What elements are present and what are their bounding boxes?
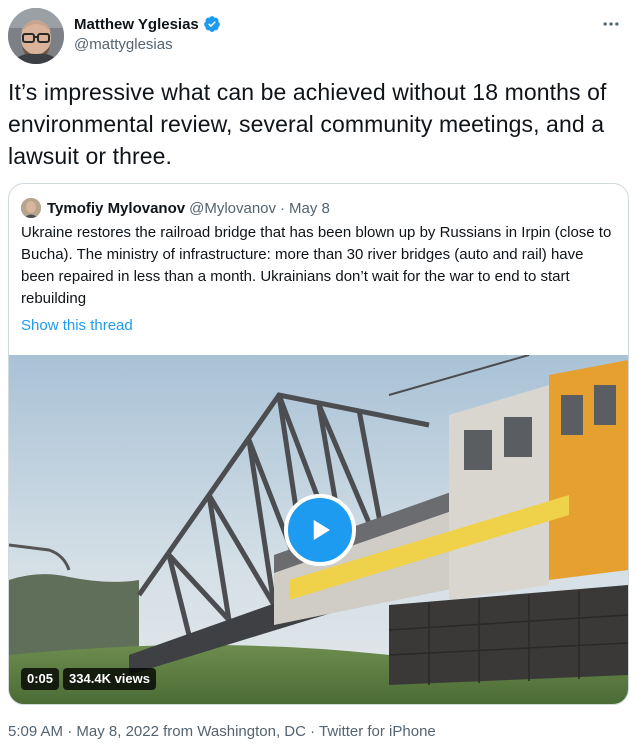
tweet-header: Matthew Yglesias @mattyglesias [8,8,629,64]
quoted-tweet-header: Tymofiy Mylovanov @Mylovanov · May 8 [21,198,330,218]
video-duration: 0:05 [21,668,60,690]
video-views: 334.4K views [63,668,156,690]
quoted-author-name[interactable]: Tymofiy Mylovanov [47,200,185,217]
verified-badge-icon [203,15,221,33]
meta-separator: · [310,723,316,740]
tweet-date[interactable]: May 8, 2022 [76,723,159,740]
quoted-author-avatar[interactable] [21,198,41,218]
tweet-metadata: 5:09 AM · May 8, 2022 from Washington, D… [8,723,436,740]
video-badges: 0:05 334.4K views [21,668,156,690]
more-options-icon[interactable] [599,12,623,36]
tweet-location: from Washington, DC [163,723,306,740]
tweet-text: It’s impressive what can be achieved wit… [8,79,607,169]
author-avatar[interactable] [8,8,64,64]
quoted-tweet[interactable]: Tymofiy Mylovanov @Mylovanov · May 8 Ukr… [8,183,629,705]
author-display-name[interactable]: Matthew Yglesias [74,16,199,33]
play-icon [313,520,330,540]
tweet-time[interactable]: 5:09 AM [8,723,63,740]
quoted-date[interactable]: May 8 [289,200,330,217]
tweet-client[interactable]: Twitter for iPhone [319,723,436,740]
play-button[interactable] [284,494,356,566]
quoted-author-handle[interactable]: @Mylovanov [189,200,276,217]
show-thread-link[interactable]: Show this thread [21,317,133,334]
author-info: Matthew Yglesias @mattyglesias [74,14,221,53]
avatar-photo [8,8,64,64]
author-handle[interactable]: @mattyglesias [74,36,221,53]
meta-separator: · [67,723,73,740]
video-player[interactable]: 0:05 334.4K views [9,355,628,704]
quoted-tweet-text: Ukraine restores the railroad bridge tha… [21,224,612,307]
quoted-separator: · [280,199,286,217]
